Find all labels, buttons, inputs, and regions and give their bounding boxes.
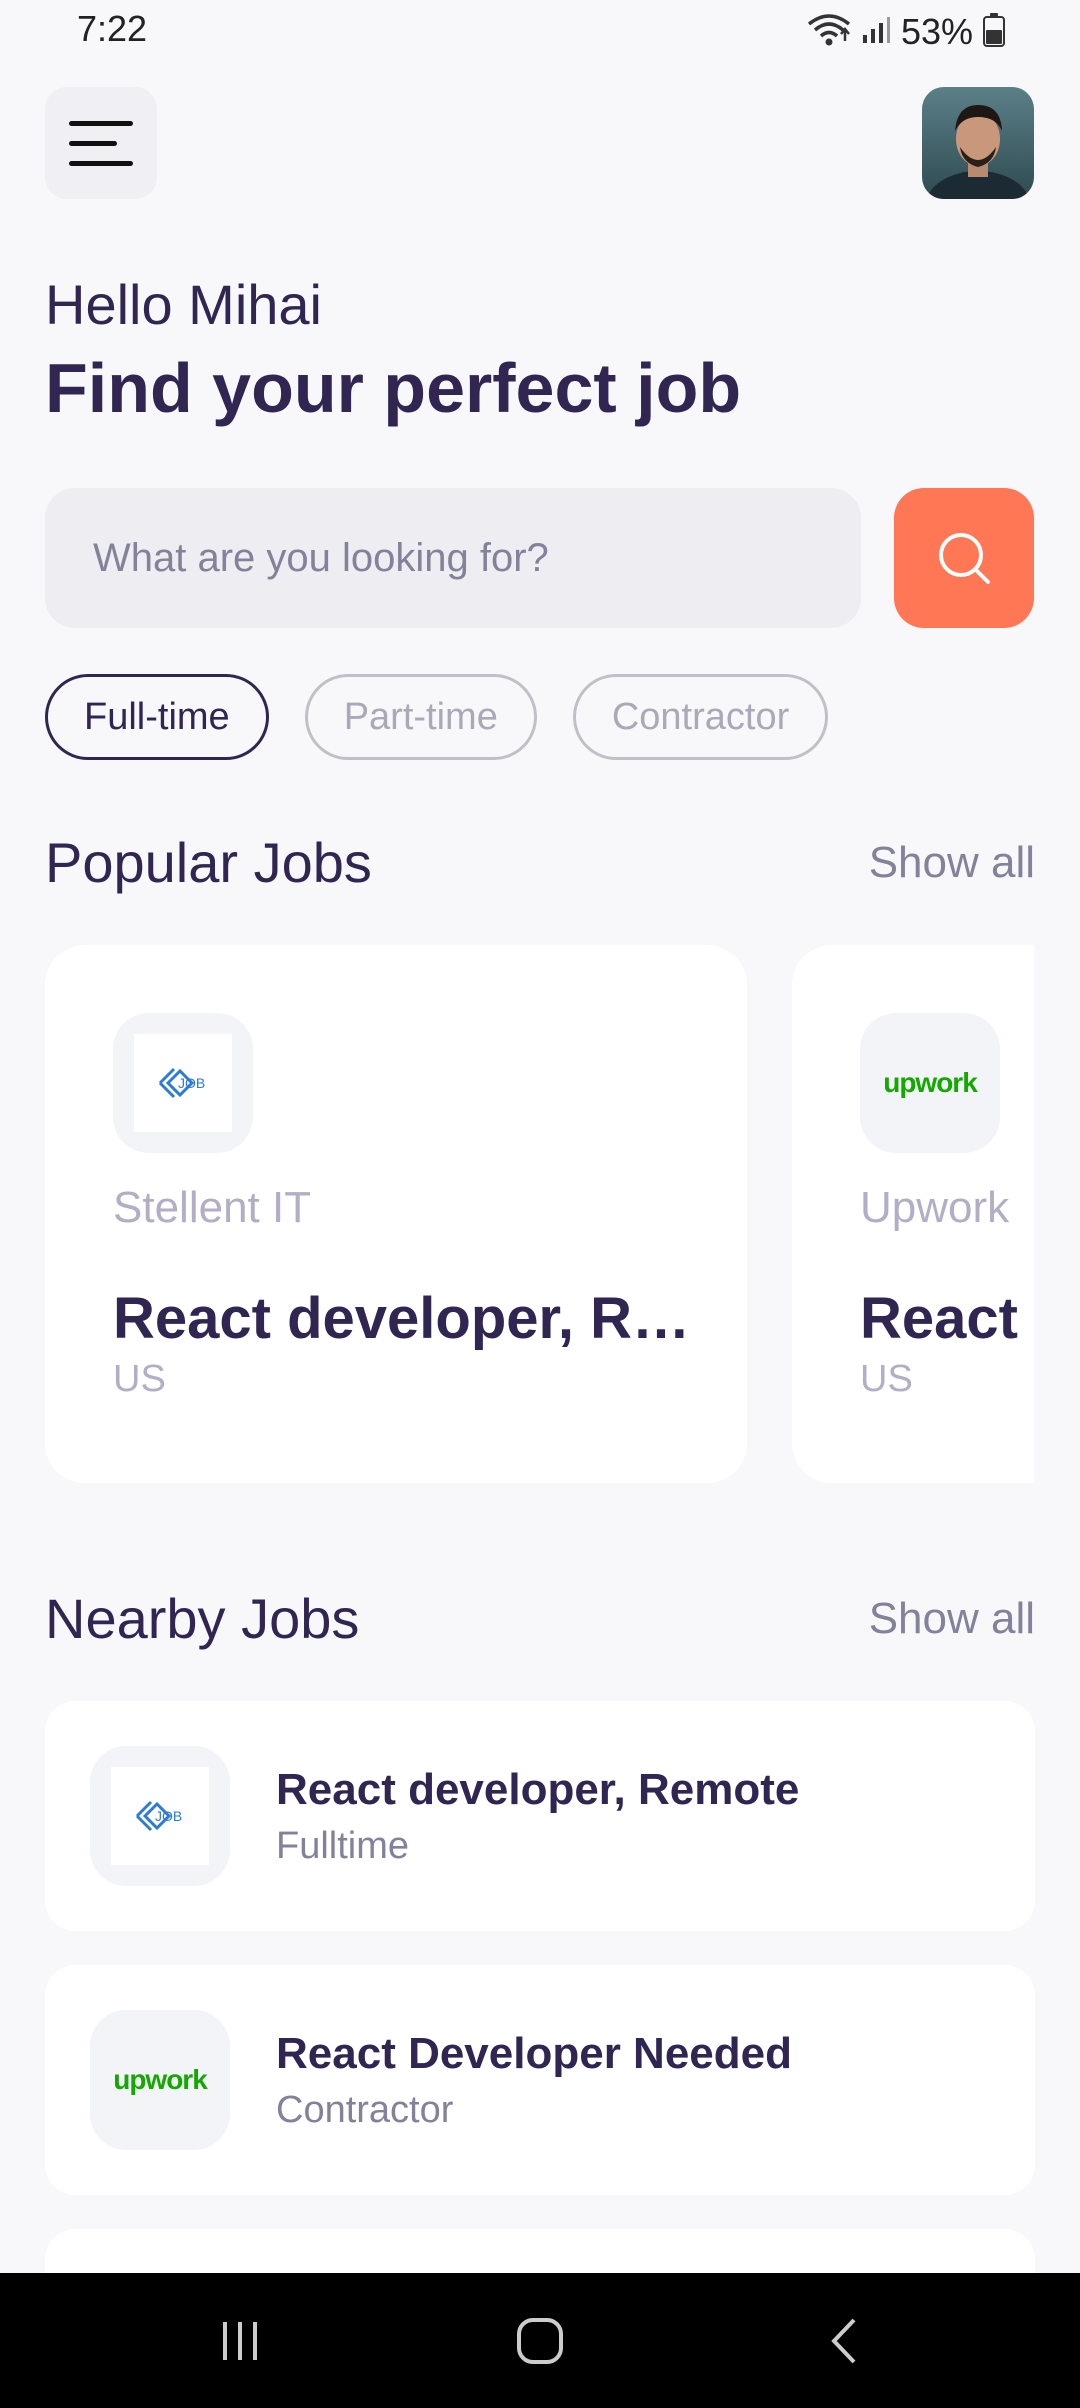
status-bar: 7:22 53% <box>0 0 1080 66</box>
job-type: Fulltime <box>276 1824 410 1867</box>
popular-job-card[interactable]: upwork Upwork React Developer Needed US <box>792 945 1034 1483</box>
recent-apps-icon <box>223 2321 257 2360</box>
home-icon <box>517 2317 563 2364</box>
popular-show-all-link[interactable]: Show all <box>869 838 1035 888</box>
profile-avatar[interactable] <box>922 87 1034 199</box>
nearby-job-card[interactable]: JOB React developer, Remote Fulltime <box>45 1701 1035 1931</box>
search-button[interactable] <box>894 488 1034 628</box>
upwork-logo: upwork <box>113 2064 208 2095</box>
job-type-filters: Full-time Part-time Contractor <box>45 674 829 760</box>
status-icons: 53% <box>807 10 1005 54</box>
popular-jobs-title: Popular Jobs <box>45 831 372 894</box>
job-title: React developer, Re… <box>113 1286 693 1351</box>
status-time: 7:22 <box>77 8 148 49</box>
search-icon <box>939 533 990 584</box>
back-button[interactable] <box>785 2273 905 2408</box>
company-logo: upwork <box>860 1013 1000 1153</box>
svg-text:JOB: JOB <box>178 1075 205 1091</box>
wifi-icon <box>807 12 851 52</box>
chip-full-time[interactable]: Full-time <box>45 674 269 760</box>
chip-contractor[interactable]: Contractor <box>572 674 829 760</box>
menu-button[interactable] <box>45 87 157 199</box>
battery-icon <box>983 13 1005 51</box>
nearby-show-all-link[interactable]: Show all <box>869 1594 1035 1644</box>
greeting-text: Hello Mihai <box>45 273 322 336</box>
job-location: US <box>860 1358 913 1400</box>
job-title: React Developer Needed <box>860 1286 1034 1351</box>
menu-icon-line <box>69 120 133 126</box>
company-logo: JOB <box>113 1013 253 1153</box>
nearby-jobs-header: Nearby Jobs Show all <box>45 1586 1035 1651</box>
popular-job-card[interactable]: JOB Stellent IT React developer, Re… US <box>45 945 747 1483</box>
svg-text:JOB: JOB <box>155 1808 182 1824</box>
job-title: React developer, Remote <box>276 1764 800 1814</box>
popular-jobs-carousel[interactable]: JOB Stellent IT React developer, Re… US … <box>45 945 1034 1485</box>
company-logo: JOB <box>90 1746 230 1886</box>
battery-percent: 53% <box>900 11 973 52</box>
job-logo-icon: JOB <box>135 1800 182 1832</box>
job-location: US <box>113 1358 166 1400</box>
menu-icon-line <box>69 160 133 166</box>
headline-text: Find your perfect job <box>45 349 742 427</box>
avatar-image <box>922 87 1034 199</box>
nearby-jobs-title: Nearby Jobs <box>45 1587 360 1650</box>
search-input[interactable] <box>91 534 861 582</box>
signal-icon <box>861 15 891 49</box>
company-name: Stellent IT <box>113 1183 312 1232</box>
job-type: Contractor <box>276 2088 454 2131</box>
upwork-logo: upwork <box>883 1067 978 1098</box>
search-box[interactable] <box>45 488 861 628</box>
back-icon <box>831 2318 856 2363</box>
home-button[interactable] <box>480 2273 600 2408</box>
menu-icon-line <box>69 140 117 146</box>
company-logo: upwork <box>90 2010 230 2150</box>
job-logo-icon: JOB <box>158 1067 205 1099</box>
nearby-job-card[interactable]: upwork React Developer Needed Contractor <box>45 1965 1035 2195</box>
recent-apps-button[interactable] <box>180 2273 300 2408</box>
popular-jobs-header: Popular Jobs Show all <box>45 830 1035 895</box>
chip-part-time[interactable]: Part-time <box>304 674 537 760</box>
company-name: Upwork <box>860 1183 1010 1232</box>
system-navigation-bar <box>0 2273 1080 2408</box>
job-title: React Developer Needed <box>276 2028 792 2078</box>
